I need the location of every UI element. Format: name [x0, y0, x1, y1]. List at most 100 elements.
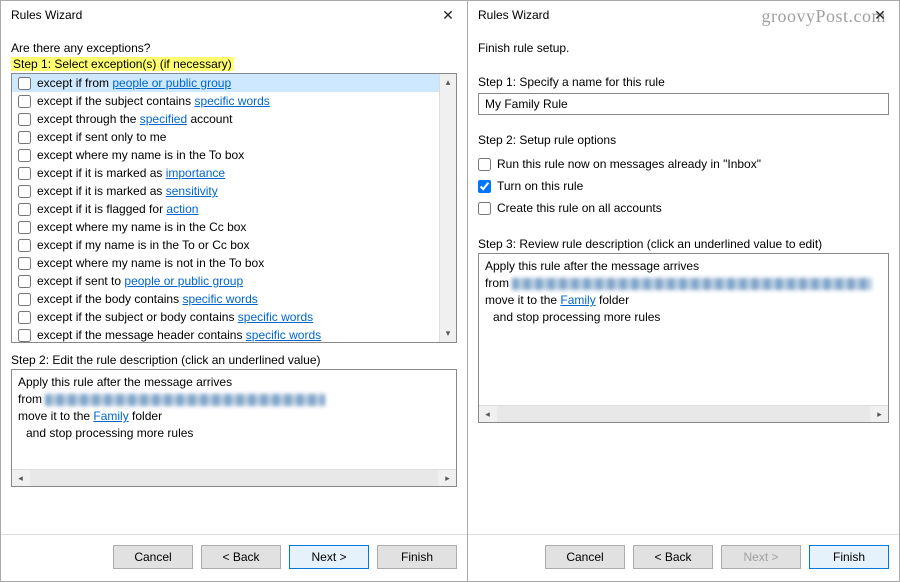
cancel-button[interactable]: Cancel	[113, 545, 193, 569]
exceptions-prompt: Are there any exceptions?	[11, 41, 457, 55]
desc-line: move it to the Family folder	[18, 408, 450, 425]
horizontal-scrollbar[interactable]: ◂ ▸	[12, 469, 456, 486]
exception-link[interactable]: specific words	[182, 292, 257, 306]
exception-row[interactable]: except if it is marked as sensitivity	[12, 182, 439, 200]
exception-label: except if it is marked as sensitivity	[37, 183, 218, 199]
exception-checkbox[interactable]	[18, 275, 31, 288]
close-icon[interactable]: ✕	[435, 5, 461, 25]
close-icon[interactable]: ✕	[867, 5, 893, 25]
run-now-checkbox[interactable]: Run this rule now on messages already in…	[478, 157, 889, 171]
exception-checkbox[interactable]	[18, 167, 31, 180]
exception-row[interactable]: except if the body contains specific wor…	[12, 290, 439, 308]
next-button: Next >	[721, 545, 801, 569]
exception-link[interactable]: sensitivity	[166, 184, 218, 198]
exception-label: except if the subject or body contains s…	[37, 309, 313, 325]
exception-label: except if my name is in the To or Cc box	[37, 237, 250, 253]
finish-button[interactable]: Finish	[809, 545, 889, 569]
scroll-up-icon[interactable]: ▴	[440, 74, 456, 91]
exception-row[interactable]: except if the message header contains sp…	[12, 326, 439, 342]
rules-wizard-finish-dialog: Rules Wizard ✕ Finish rule setup. Step 1…	[468, 0, 900, 582]
vertical-scrollbar[interactable]: ▴ ▾	[439, 74, 456, 342]
exception-row[interactable]: except if the subject or body contains s…	[12, 308, 439, 326]
cancel-button[interactable]: Cancel	[545, 545, 625, 569]
exceptions-listbox[interactable]: except if from people or public group exc…	[11, 73, 457, 343]
redacted-sender	[45, 394, 325, 406]
desc-line: and stop processing more rules	[18, 425, 450, 442]
exception-label: except if it is flagged for action	[37, 201, 198, 217]
exception-row[interactable]: except where my name is in the Cc box	[12, 218, 439, 236]
desc-line: and stop processing more rules	[485, 309, 882, 326]
finish-button[interactable]: Finish	[377, 545, 457, 569]
exception-link[interactable]: importance	[166, 166, 225, 180]
desc-line: move it to the Family folder	[485, 292, 882, 309]
next-button[interactable]: Next >	[289, 545, 369, 569]
step2-label: Step 2: Setup rule options	[478, 133, 889, 147]
all-accounts-checkbox[interactable]: Create this rule on all accounts	[478, 201, 889, 215]
exception-checkbox[interactable]	[18, 293, 31, 306]
exception-link[interactable]: people or public group	[124, 274, 243, 288]
exception-row[interactable]: except if from people or public group	[12, 74, 439, 92]
redacted-sender	[512, 278, 872, 290]
exception-label: except where my name is in the Cc box	[37, 219, 246, 235]
titlebar: Rules Wizard ✕	[1, 1, 467, 29]
dialog-title: Rules Wizard	[11, 8, 82, 22]
scroll-left-icon[interactable]: ◂	[12, 470, 29, 487]
exception-label: except if the subject contains specific …	[37, 93, 270, 109]
desc-line: from	[18, 391, 450, 408]
scroll-left-icon[interactable]: ◂	[479, 406, 496, 423]
rule-description-box[interactable]: Apply this rule after the message arrive…	[11, 369, 457, 487]
exception-checkbox[interactable]	[18, 329, 31, 342]
rule-name-input[interactable]	[478, 93, 889, 115]
dialog-buttons: Cancel < Back Next > Finish	[1, 534, 467, 581]
turn-on-checkbox[interactable]: Turn on this rule	[478, 179, 889, 193]
exception-checkbox[interactable]	[18, 149, 31, 162]
exception-checkbox[interactable]	[18, 239, 31, 252]
exception-row[interactable]: except if it is marked as importance	[12, 164, 439, 182]
scroll-right-icon[interactable]: ▸	[439, 470, 456, 487]
exception-row[interactable]: except if the subject contains specific …	[12, 92, 439, 110]
exception-row[interactable]: except if sent only to me	[12, 128, 439, 146]
exception-row[interactable]: except if it is flagged for action	[12, 200, 439, 218]
dialog-title: Rules Wizard	[478, 8, 549, 22]
desc-line: Apply this rule after the message arrive…	[485, 258, 882, 275]
exception-link[interactable]: specific words	[238, 310, 313, 324]
desc-line: Apply this rule after the message arrive…	[18, 374, 450, 391]
step2-label: Step 2: Edit the rule description (click…	[11, 353, 457, 367]
exception-label: except if from people or public group	[37, 75, 231, 91]
exception-row[interactable]: except through the specified account	[12, 110, 439, 128]
exception-link[interactable]: people or public group	[112, 76, 231, 90]
exception-row[interactable]: except where my name is in the To box	[12, 146, 439, 164]
exception-row[interactable]: except where my name is not in the To bo…	[12, 254, 439, 272]
exception-checkbox[interactable]	[18, 131, 31, 144]
exception-label: except if sent only to me	[37, 129, 166, 145]
exception-checkbox[interactable]	[18, 203, 31, 216]
exception-link[interactable]: action	[166, 202, 198, 216]
exception-checkbox[interactable]	[18, 113, 31, 126]
exception-row[interactable]: except if my name is in the To or Cc box	[12, 236, 439, 254]
back-button[interactable]: < Back	[633, 545, 713, 569]
back-button[interactable]: < Back	[201, 545, 281, 569]
horizontal-scrollbar[interactable]: ◂ ▸	[479, 405, 888, 422]
exception-checkbox[interactable]	[18, 77, 31, 90]
step1-label: Step 1: Specify a name for this rule	[478, 75, 889, 89]
exception-label: except if sent to people or public group	[37, 273, 243, 289]
exception-link[interactable]: specified	[140, 112, 187, 126]
exception-row[interactable]: except if sent to people or public group	[12, 272, 439, 290]
scroll-right-icon[interactable]: ▸	[871, 406, 888, 423]
exception-checkbox[interactable]	[18, 185, 31, 198]
exception-checkbox[interactable]	[18, 257, 31, 270]
exception-label: except through the specified account	[37, 111, 233, 127]
rule-description-box[interactable]: Apply this rule after the message arrive…	[478, 253, 889, 423]
folder-link[interactable]: Family	[560, 293, 595, 307]
scroll-down-icon[interactable]: ▾	[440, 325, 456, 342]
exception-link[interactable]: specific words	[246, 328, 321, 342]
exception-checkbox[interactable]	[18, 311, 31, 324]
exception-label: except if the message header contains sp…	[37, 327, 321, 342]
folder-link[interactable]: Family	[93, 409, 128, 423]
titlebar: Rules Wizard ✕	[468, 1, 899, 29]
exception-link[interactable]: specific words	[194, 94, 269, 108]
exception-checkbox[interactable]	[18, 221, 31, 234]
exception-checkbox[interactable]	[18, 95, 31, 108]
dialog-buttons: Cancel < Back Next > Finish	[468, 534, 899, 581]
exception-label: except if it is marked as importance	[37, 165, 225, 181]
